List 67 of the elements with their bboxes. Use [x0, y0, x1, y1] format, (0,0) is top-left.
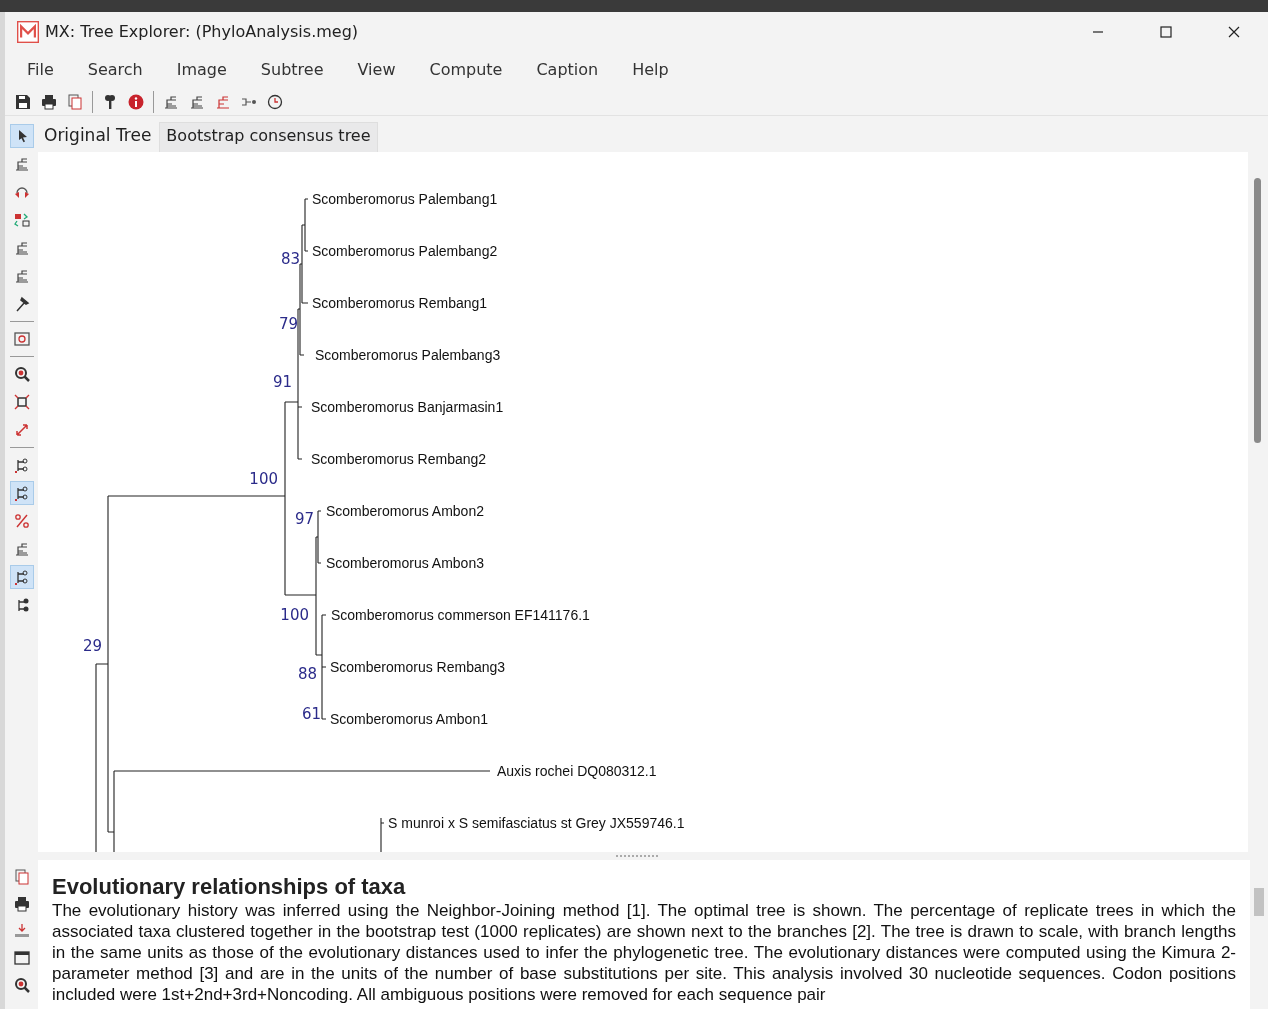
- zoom-icon[interactable]: [13, 366, 30, 382]
- menu-item[interactable]: Subtree: [248, 58, 338, 82]
- minimize-icon: [1092, 31, 1104, 33]
- bootstrap-value: 61: [301, 705, 321, 723]
- tree-icon[interactable]: [13, 156, 30, 172]
- close-icon: [1228, 26, 1240, 38]
- rotate-icon[interactable]: [13, 184, 30, 200]
- zoom-icon[interactable]: [13, 977, 30, 993]
- tree-icon[interactable]: [13, 485, 30, 501]
- taxon-label: Scomberomorus Rembang2: [311, 451, 487, 467]
- caption-title: Evolutionary relationships of taxa: [52, 874, 407, 900]
- tab[interactable]: Bootstrap consensus tree: [159, 122, 378, 152]
- taxon-label: Scomberomorus Palembang2: [312, 243, 498, 259]
- bootstrap-value: 88: [297, 665, 317, 683]
- magnifier-icon[interactable]: [13, 331, 30, 347]
- taxon-label: Scomberomorus Ambon2: [326, 503, 484, 519]
- taxon-label: Auxis rochei DQ080312.1: [497, 763, 657, 779]
- taxon-label: Scomberomorus Ambon1: [330, 711, 488, 727]
- menu-item[interactable]: File: [15, 58, 68, 82]
- bootstrap-value: 97: [294, 510, 314, 528]
- taxon-label: Scomberomorus Palembang3: [315, 347, 501, 363]
- tree-icon[interactable]: [189, 93, 205, 110]
- taxon-label: Scomberomorus Rembang1: [312, 295, 488, 311]
- taxon-label: Scomberomorus Banjarmasin1: [311, 399, 504, 415]
- tree-icon[interactable]: [163, 93, 179, 110]
- taxon-label: Scomberomorus Rembang3: [330, 659, 506, 675]
- printer-icon[interactable]: [13, 896, 30, 912]
- bootstrap-value: 100: [249, 470, 278, 488]
- bootstrap-value: 79: [278, 315, 298, 333]
- bootstrap-value: 91: [272, 373, 292, 391]
- text-down-icon[interactable]: [13, 923, 30, 939]
- menu-item[interactable]: Caption: [524, 58, 613, 82]
- resize-icon[interactable]: [13, 422, 30, 438]
- menu-item[interactable]: Compute: [417, 58, 517, 82]
- menu-item[interactable]: Search: [75, 58, 157, 82]
- tree-icon[interactable]: [13, 569, 30, 585]
- maximize-icon: [1160, 26, 1172, 38]
- window-icon[interactable]: [13, 950, 30, 966]
- printer-icon[interactable]: [41, 93, 57, 110]
- bootstrap-value: 100: [280, 606, 309, 624]
- menu-item[interactable]: Image: [164, 58, 241, 82]
- copy-icon[interactable]: [13, 869, 30, 885]
- clock-icon[interactable]: [267, 93, 283, 110]
- fit-frame-icon[interactable]: [13, 394, 30, 410]
- info-icon[interactable]: [128, 93, 144, 110]
- swap-icon[interactable]: [13, 212, 30, 228]
- percent-icon[interactable]: [13, 513, 30, 529]
- window-title: MX: Tree Explorer: (PhyloAnalysis.meg): [45, 21, 359, 43]
- bootstrap-value: 29: [82, 637, 102, 655]
- app-logo-icon: [17, 21, 39, 43]
- menu-item[interactable]: Help: [620, 58, 683, 82]
- tree-icon[interactable]: [13, 541, 30, 557]
- scrollbar[interactable]: [1250, 860, 1268, 1009]
- menu-item[interactable]: View: [345, 58, 410, 82]
- tree-icon[interactable]: [13, 240, 30, 256]
- bootstrap-value: 83: [280, 250, 300, 268]
- tree-icon[interactable]: [13, 457, 30, 473]
- taxon-label: Scomberomorus Ambon3: [326, 555, 484, 571]
- tree-icon[interactable]: [13, 268, 30, 284]
- hammer-icon[interactable]: [13, 296, 30, 312]
- copy-icon[interactable]: [67, 93, 83, 110]
- taxon-label: S munroi x S semifasciatus st Grey JX559746.1: [388, 815, 685, 831]
- caption-text: The evolutionary history was inferred using the Neighbor-Joining method [1]. The optimal tree is shown. The percentage of replicate trees in which the associated taxa clustered together in the bootstrap test (1000 replicates) are shown next to the branches [2]. The tree is drawn to scale, with branch lengths in the same units as those of the evolutionary distances used to infer the phylogenetic tree. The evolutionary distances were computed using the Kimura 2-parameter method [3] and are in the units of the number of base substitutions per site. This analysis involved 30 nucleotide sequences. Codon positions included were 1st+2nd+3rd+Noncoding. All ambiguous positions were removed for each sequence pair: [52, 900, 1236, 1005]
- save-icon[interactable]: [15, 93, 31, 110]
- splitter-handle[interactable]: [615, 855, 658, 857]
- taxon-label: Scomberomorus Palembang1: [312, 191, 498, 207]
- taxon-label: Scomberomorus commerson EF141176.1: [331, 607, 590, 623]
